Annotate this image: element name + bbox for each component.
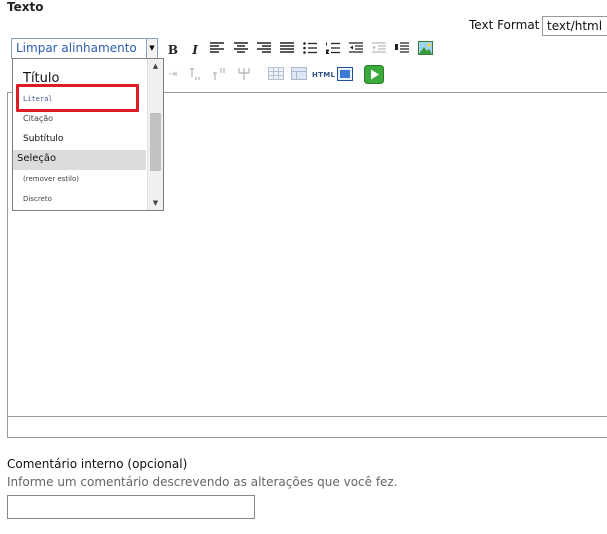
align-right-icon[interactable] <box>256 42 272 58</box>
dropdown-item-remover-estilo[interactable]: (remover estilo) <box>23 175 156 183</box>
align-justify-icon[interactable] <box>279 42 295 58</box>
dropdown-item-citacao[interactable]: Citação <box>23 114 156 123</box>
highlight-annotation <box>16 84 139 112</box>
style-select[interactable]: Limpar alinhamento ▼ <box>11 38 158 59</box>
scrollbar-thumb[interactable] <box>150 113 161 171</box>
numbered-list-icon[interactable] <box>325 42 341 58</box>
superscript-icon <box>213 67 229 83</box>
unlink-icon: ⇥ <box>168 69 178 80</box>
align-center-icon[interactable] <box>233 42 249 58</box>
indent-icon <box>371 42 387 58</box>
special-char-icon <box>236 67 252 83</box>
dropdown-item-selecao-row[interactable]: Seleção <box>13 150 146 170</box>
align-left-icon[interactable] <box>209 42 225 58</box>
italic-button[interactable]: I <box>187 42 203 58</box>
subscript-icon <box>190 67 206 83</box>
outdent-icon[interactable] <box>348 42 364 58</box>
dropdown-item-subtitulo[interactable]: Subtítulo <box>23 134 156 144</box>
bold-button[interactable]: B <box>165 42 181 58</box>
style-dropdown-list[interactable]: Título Literal Citação Subtítulo Seleção… <box>12 58 164 211</box>
html-source-button[interactable]: HTML <box>312 71 335 79</box>
dropdown-scrollbar[interactable]: ▲ ▼ <box>147 59 163 210</box>
scroll-down-icon[interactable]: ▼ <box>148 196 163 210</box>
image-icon[interactable] <box>417 41 433 57</box>
table-props-icon <box>291 67 307 83</box>
table-icon <box>268 67 284 83</box>
bullet-list-icon[interactable] <box>302 42 318 58</box>
blockquote-icon[interactable] <box>394 42 410 58</box>
preview-icon[interactable] <box>364 65 384 84</box>
scroll-up-icon[interactable]: ▲ <box>148 59 163 73</box>
comment-input[interactable] <box>7 495 255 519</box>
editor-status-bar <box>8 416 607 437</box>
dropdown-item-discreto[interactable]: Discreto <box>23 195 156 203</box>
comment-label: Comentário interno (opcional) <box>7 457 188 471</box>
style-select-value: Limpar alinhamento <box>16 41 137 55</box>
chevron-down-icon[interactable]: ▼ <box>146 39 157 58</box>
fullscreen-icon[interactable] <box>337 67 353 83</box>
comment-help-text: Informe um comentário descrevendo as alt… <box>7 475 398 489</box>
text-format-label: Text Format <box>469 18 540 32</box>
dropdown-item-selecao: Seleção <box>17 153 57 164</box>
field-label-texto: Texto <box>7 0 44 14</box>
text-format-select[interactable]: text/html <box>542 16 607 36</box>
